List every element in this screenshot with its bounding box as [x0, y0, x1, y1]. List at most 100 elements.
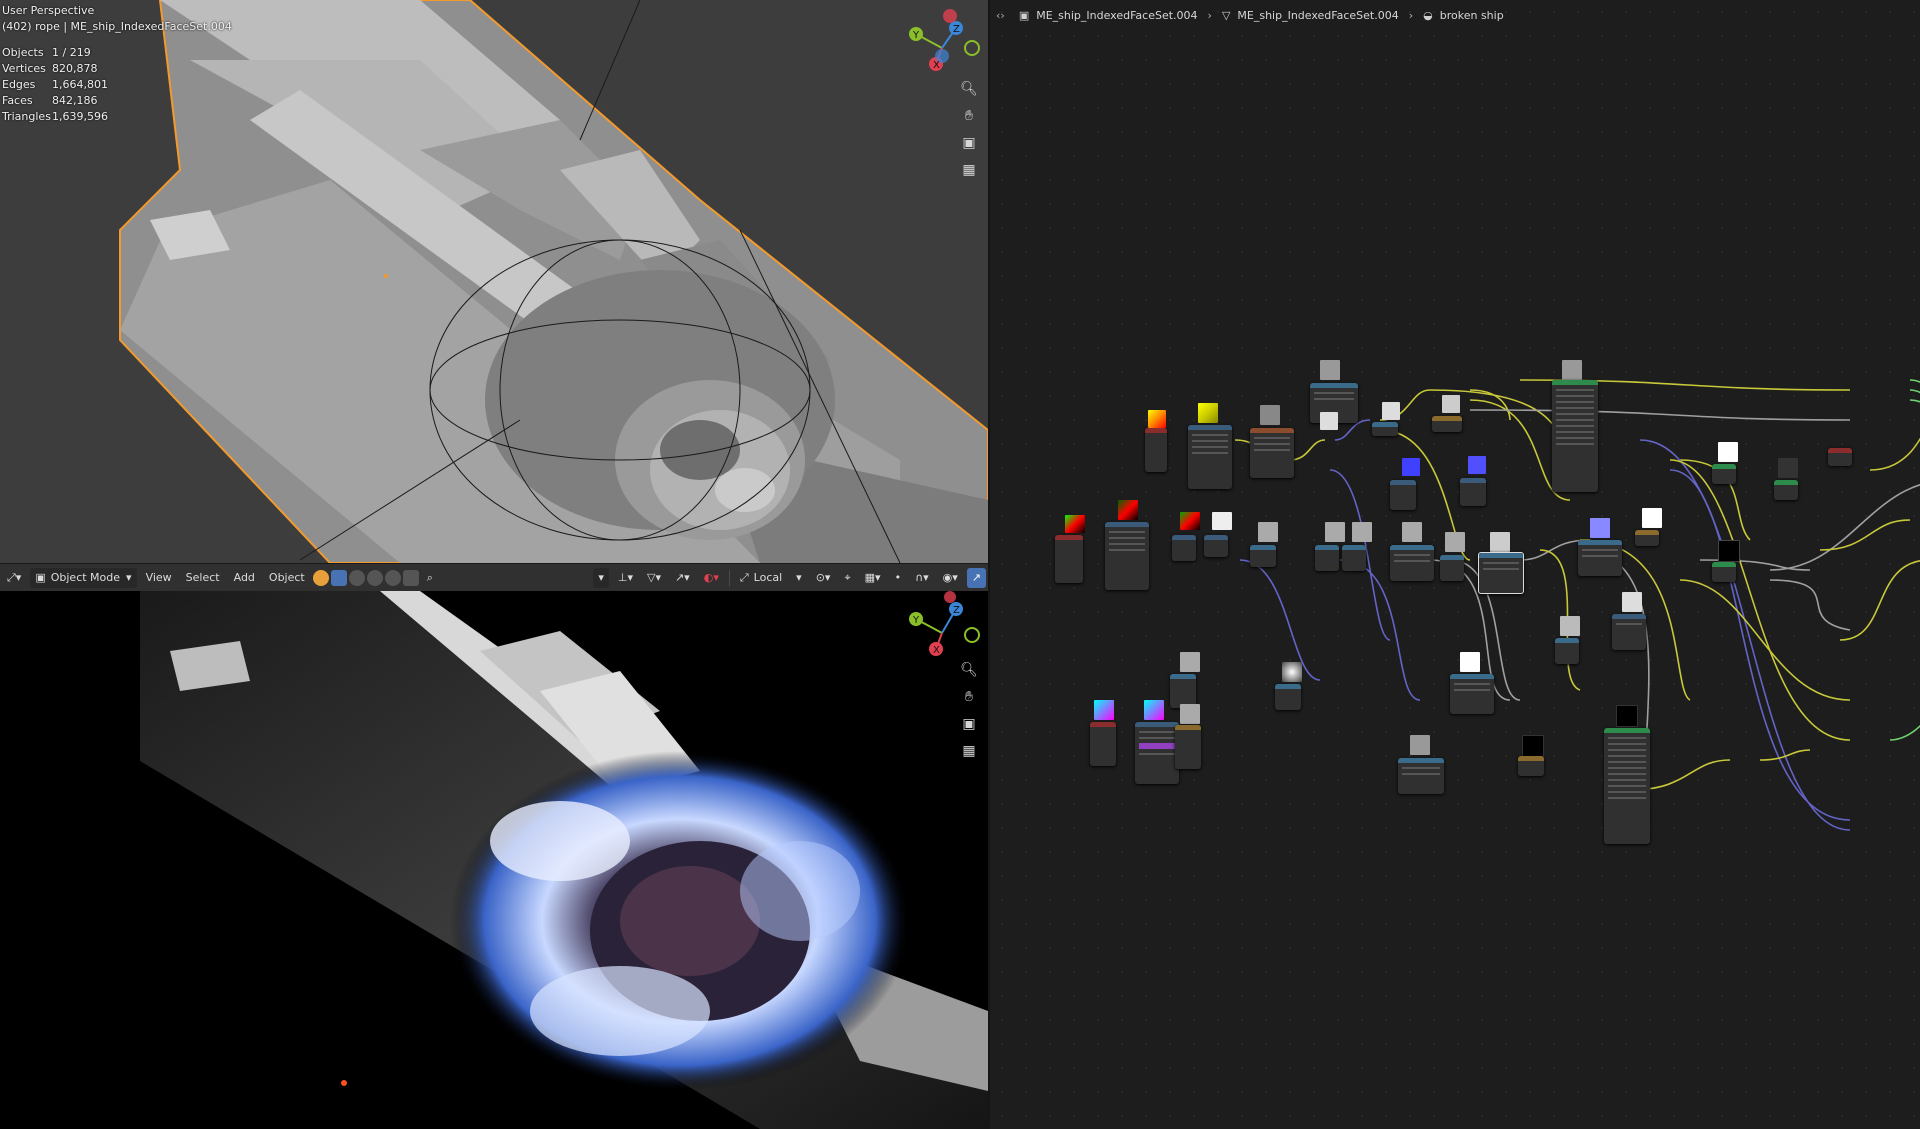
node-preview [1442, 395, 1460, 413]
transform-pivot-icon[interactable]: ⊥▾ [613, 568, 638, 588]
active-object-line: (402) rope | ME_ship_IndexedFaceSet.004 [2, 20, 232, 33]
grid-ortho-icon[interactable]: ▦ [957, 739, 981, 763]
shading-options-icon[interactable]: ▾ [593, 567, 609, 588]
shader-node[interactable] [1372, 422, 1398, 436]
node-preview [1460, 652, 1480, 672]
node-preview [1590, 518, 1610, 538]
node-preview [1622, 592, 1642, 612]
shader-node[interactable] [1342, 545, 1366, 571]
shader-node[interactable] [1390, 545, 1434, 581]
snapping-icon[interactable]: ↗▾ [670, 568, 695, 588]
axis-x-label: X [933, 60, 940, 71]
node-preview [1325, 522, 1345, 542]
shader-node[interactable] [1175, 725, 1201, 769]
node-preview [1642, 508, 1662, 528]
shader-node[interactable] [1055, 535, 1083, 583]
shader-node[interactable] [1774, 480, 1798, 500]
render-viewport[interactable]: Y Z X 🔍︎ ✋︎ ▣ ▦ [0, 591, 988, 1129]
shader-node[interactable] [1432, 416, 1462, 432]
shader-node[interactable] [1555, 638, 1579, 664]
shader-node[interactable] [1635, 530, 1659, 546]
view-toggle-icon[interactable]: ↗ [966, 567, 986, 588]
principled-bsdf-node[interactable] [1604, 728, 1650, 844]
zoom-icon[interactable]: 🔍︎ [957, 658, 981, 682]
camera-view-icon[interactable]: ▣ [957, 712, 981, 736]
node-preview [1562, 360, 1582, 380]
menu-select[interactable]: Select [181, 568, 225, 588]
node-preview [1445, 532, 1465, 552]
shader-node[interactable] [1204, 535, 1228, 557]
visibility-icon[interactable]: ◉▾ [938, 568, 963, 588]
editor-type-icon[interactable]: ⤢▾ [2, 568, 26, 588]
select-box-icon[interactable] [330, 569, 347, 586]
axis-y-label: Y [912, 30, 920, 41]
node-preview [1180, 652, 1200, 672]
search-icon[interactable]: ⌕ [422, 568, 438, 588]
shader-node[interactable] [1250, 428, 1294, 478]
ship-render [140, 591, 988, 1129]
navigation-gizmo[interactable]: Y Z X [902, 6, 982, 86]
shader-node[interactable] [1440, 555, 1464, 581]
node-preview [1282, 662, 1302, 682]
proportional-edit-icon[interactable]: • [890, 568, 907, 588]
shader-node[interactable] [1578, 540, 1622, 576]
shader-node[interactable] [1398, 758, 1444, 794]
chevron-down-icon: ▾ [796, 571, 802, 584]
shader-node[interactable] [1390, 480, 1416, 510]
shader-node[interactable] [1712, 562, 1736, 582]
axis-z-label: Z [953, 24, 960, 35]
shader-node-editor[interactable]: ‹› ▣ ME_ship_IndexedFaceSet.004 › ▽ ME_s… [990, 0, 1920, 1129]
snap-target-icon[interactable]: ▦▾ [860, 568, 886, 588]
shader-node[interactable] [1712, 464, 1736, 484]
shader-node[interactable] [1145, 428, 1167, 472]
gizmo-toggle-icon[interactable] [402, 569, 419, 586]
shader-node[interactable] [1105, 522, 1149, 590]
transform-orientation-dropdown[interactable]: ⤢ Local ▾ [735, 568, 807, 588]
shader-node[interactable] [1315, 545, 1339, 571]
node-preview [1490, 532, 1510, 552]
pivot-point-icon[interactable]: ⊙▾ [811, 568, 836, 588]
snap-toggle-icon[interactable]: ⌖ [839, 568, 855, 588]
camera-view-icon[interactable]: ▣ [957, 131, 981, 155]
menu-object[interactable]: Object [264, 568, 310, 588]
shader-node[interactable] [1612, 614, 1646, 650]
overlay-icon[interactable] [384, 569, 401, 586]
shader-node[interactable] [1172, 535, 1196, 561]
grid-ortho-icon[interactable]: ▦ [957, 158, 981, 182]
filter-icon[interactable]: ▽▾ [642, 568, 666, 588]
node-preview [1522, 735, 1544, 757]
shader-node[interactable] [1170, 674, 1196, 708]
proportional-icon[interactable]: ◐▾ [699, 568, 724, 588]
zoom-icon[interactable]: 🔍︎ [957, 77, 981, 101]
solid-viewport[interactable]: User Perspective (402) rope | ME_ship_In… [0, 0, 988, 563]
menu-add[interactable]: Add [229, 568, 260, 588]
pan-hand-icon[interactable]: ✋︎ [957, 685, 981, 709]
scene-statistics: Objects 1 / 219 Vertices 820,878 Edges 1,66… [2, 45, 108, 125]
shader-node[interactable] [1518, 756, 1544, 776]
shader-node[interactable] [1250, 545, 1276, 567]
material-preview-icon[interactable] [348, 569, 365, 586]
menu-view[interactable]: View [141, 568, 177, 588]
shader-node[interactable] [1275, 684, 1301, 710]
separator [728, 569, 730, 586]
shader-node[interactable] [1090, 722, 1116, 766]
axis-x-label: X [933, 645, 940, 656]
shader-node[interactable] [1135, 722, 1179, 784]
shader-node[interactable] [1460, 478, 1486, 506]
orientation-label: Local [753, 571, 783, 584]
rendered-shading-icon[interactable] [366, 569, 383, 586]
node-preview [1065, 515, 1085, 533]
shading-solid-icon[interactable] [312, 569, 329, 586]
shader-node[interactable] [1450, 674, 1494, 714]
node-preview [1320, 360, 1340, 380]
material-output-node[interactable] [1828, 448, 1852, 466]
shader-node-selected[interactable] [1478, 552, 1524, 594]
node-preview [1094, 700, 1114, 720]
shader-node[interactable] [1188, 425, 1232, 489]
mode-dropdown[interactable]: ▣ Object Mode ▾ [30, 567, 137, 588]
principled-bsdf-node[interactable] [1552, 380, 1598, 492]
orientation-icon: ⤢ [739, 570, 749, 584]
falloff-icon[interactable]: ∩▾ [910, 568, 934, 588]
pan-hand-icon[interactable]: ✋︎ [957, 104, 981, 128]
node-preview [1258, 522, 1278, 542]
